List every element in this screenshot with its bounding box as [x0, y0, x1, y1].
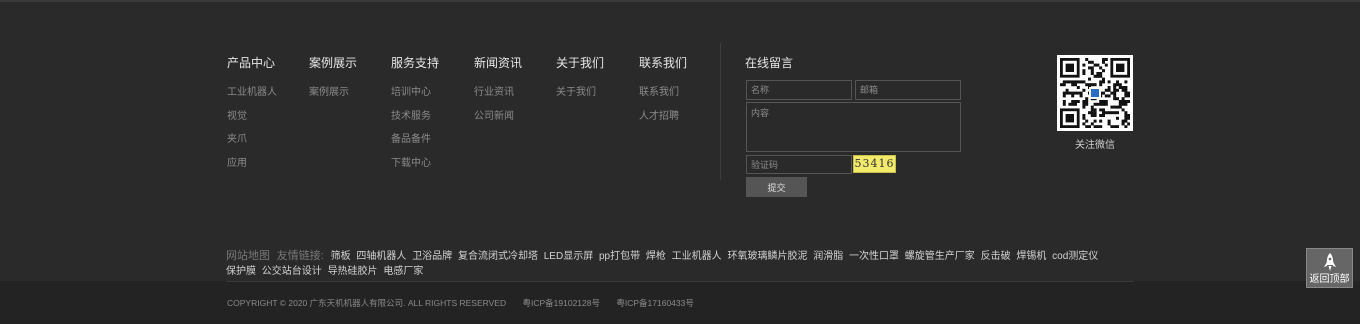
message-form-title: 在线留言	[745, 56, 794, 70]
friend-link[interactable]: 保护膜	[226, 266, 256, 277]
friend-link[interactable]: 卫浴品牌	[412, 251, 452, 262]
nav-column-contact: 联系我们 联系我们 人才招聘	[639, 54, 687, 134]
friend-link[interactable]: 电感厂家	[383, 266, 423, 277]
icp-link-1[interactable]: 粤ICP备19102128号	[523, 298, 601, 308]
email-input[interactable]	[855, 80, 961, 100]
friend-links-label: 友情链接:	[276, 250, 324, 262]
rocket-icon	[1323, 253, 1336, 271]
column-divider	[720, 42, 721, 180]
friend-link[interactable]: LED显示屏	[544, 251, 593, 262]
friend-link[interactable]: 一次性口罩	[849, 251, 899, 262]
nav-column-products: 产品中心 工业机器人 视觉 夹爪 应用	[227, 54, 277, 181]
footer-divider	[226, 281, 1134, 282]
nav-link-training[interactable]: 培训中心	[391, 87, 439, 111]
nav-link-downloads[interactable]: 下载中心	[391, 158, 439, 182]
submit-button[interactable]: 提交	[746, 177, 807, 197]
nav-link-about[interactable]: 关于我们	[556, 87, 604, 111]
nav-link-gripper[interactable]: 夹爪	[227, 134, 277, 158]
friend-link[interactable]: 润滑脂	[813, 251, 843, 262]
captcha-image[interactable]: 53416	[853, 155, 896, 173]
nav-link-tech-service[interactable]: 技术服务	[391, 111, 439, 135]
nav-link-spare-parts[interactable]: 备品备件	[391, 134, 439, 158]
friend-link[interactable]: 复合流闭式冷却塔	[458, 251, 538, 262]
friend-link[interactable]: cod测定仪	[1052, 251, 1098, 262]
nav-title-support[interactable]: 服务支持	[391, 54, 439, 72]
sitemap-link[interactable]: 网站地图	[226, 250, 270, 262]
qr-code	[1057, 55, 1133, 131]
nav-column-support: 服务支持 培训中心 技术服务 备品备件 下载中心	[391, 54, 439, 181]
captcha-input[interactable]	[746, 155, 852, 174]
nav-link-industrial-robot[interactable]: 工业机器人	[227, 87, 277, 111]
nav-link-application[interactable]: 应用	[227, 158, 277, 182]
nav-link-contact[interactable]: 联系我们	[639, 87, 687, 111]
friend-link[interactable]: 反击破	[981, 251, 1011, 262]
nav-link-careers[interactable]: 人才招聘	[639, 111, 687, 135]
friend-links: 网站地图 友情链接: 筛板 四轴机器人 卫浴品牌 复合流闭式冷却塔 LED显示屏…	[226, 249, 1136, 279]
nav-link-company-news[interactable]: 公司新闻	[474, 111, 522, 135]
friend-link[interactable]: 四轴机器人	[356, 251, 406, 262]
back-to-top-button[interactable]: 返回顶部	[1306, 248, 1353, 288]
top-border	[0, 0, 1360, 2]
nav-link-industry-news[interactable]: 行业资讯	[474, 87, 522, 111]
nav-title-news[interactable]: 新闻资讯	[474, 54, 522, 72]
friend-link[interactable]: 工业机器人	[672, 251, 722, 262]
friend-link[interactable]: 焊锡机	[1016, 251, 1046, 262]
icp-link-2[interactable]: 粤ICP备17160433号	[616, 298, 694, 308]
qr-label: 关注微信	[1075, 140, 1115, 151]
friend-links-list: 筛板 四轴机器人 卫浴品牌 复合流闭式冷却塔 LED显示屏 pp打包带 焊枪 工…	[226, 251, 1101, 277]
nav-title-cases[interactable]: 案例展示	[309, 54, 357, 72]
friend-link[interactable]: 公交站台设计	[262, 266, 322, 277]
copyright: COPYRIGHT © 2020 广东天机机器人有限公司. ALL RIGHTS…	[227, 297, 708, 309]
nav-link-vision[interactable]: 视觉	[227, 111, 277, 135]
friend-link[interactable]: 螺旋管生产厂家	[905, 251, 975, 262]
nav-column-news: 新闻资讯 行业资讯 公司新闻	[474, 54, 522, 134]
friend-link[interactable]: 导热硅胶片	[328, 266, 378, 277]
back-to-top-label: 返回顶部	[1309, 274, 1350, 285]
qr-code-icon	[1060, 58, 1130, 128]
nav-title-products[interactable]: 产品中心	[227, 54, 277, 72]
nav-column-about: 关于我们 关于我们	[556, 54, 604, 111]
copyright-text: COPYRIGHT © 2020 广东天机机器人有限公司. ALL RIGHTS…	[227, 298, 507, 308]
nav-column-cases: 案例展示 案例展示	[309, 54, 357, 111]
friend-link[interactable]: 环氧玻璃鳞片胶泥	[727, 251, 807, 262]
friend-link[interactable]: 焊枪	[646, 251, 666, 262]
friend-link[interactable]: pp打包带	[599, 251, 640, 262]
content-textarea[interactable]	[746, 102, 961, 152]
nav-link-cases[interactable]: 案例展示	[309, 87, 357, 111]
name-input[interactable]	[746, 80, 852, 100]
friend-link[interactable]: 筛板	[331, 251, 351, 262]
nav-title-contact[interactable]: 联系我们	[639, 54, 687, 72]
nav-title-about[interactable]: 关于我们	[556, 54, 604, 72]
